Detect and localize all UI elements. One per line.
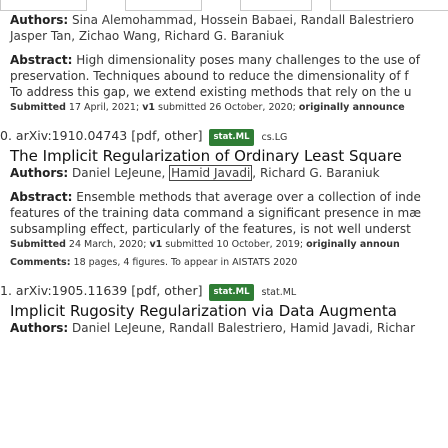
- submitted-date: 24 March, 2020;: [68, 239, 147, 250]
- v1-label: v1: [149, 239, 163, 250]
- paper-title: Implicit Rugosity Regularization via Dat…: [10, 302, 397, 320]
- result-number: 1.: [0, 283, 12, 298]
- category-secondary: cs.LG: [261, 132, 288, 143]
- top-field-2[interactable]: [125, 0, 202, 11]
- authors-list[interactable]: Sina Alemohammad, Hossein Babaei, Randal…: [72, 13, 414, 27]
- authors-list-continued[interactable]: Jasper Tan, Zichao Wang, Richard G. Bara…: [10, 29, 284, 43]
- pdf-other-links[interactable]: [pdf, other]: [131, 128, 202, 143]
- entry-header: 1. arXiv:1905.11639 [pdf, other] stat.ML…: [0, 283, 296, 301]
- submission-info: Submitted 17 April, 2021; v1 submitted 2…: [10, 102, 405, 114]
- authors-row: Authors: Daniel LeJeune, Hamid Javadi, R…: [10, 165, 380, 181]
- author-link-highlighted[interactable]: Hamid Javadi: [169, 165, 253, 181]
- comments-text: 18 pages, 4 figures. To appear in AISTAT…: [73, 257, 298, 268]
- author-link[interactable]: Richard G. Baraniuk: [260, 166, 380, 180]
- submission-info: Submitted 24 March, 2020; v1 submitted 1…: [10, 239, 400, 251]
- originally-announced: originally announ: [306, 239, 400, 250]
- authors-label: Authors:: [10, 321, 69, 335]
- originally-announced: originally announce: [298, 102, 405, 113]
- author-link[interactable]: Daniel LeJeune,: [72, 166, 165, 180]
- arxiv-id-link[interactable]: arXiv:1910.04743: [16, 128, 127, 143]
- entry-header: 0. arXiv:1910.04743 [pdf, other] stat.ML…: [0, 128, 287, 146]
- abstract-text: Ensemble methods that average over a col…: [76, 190, 421, 204]
- submitted-label: Submitted: [10, 102, 66, 113]
- category-badge: stat.ML: [209, 129, 254, 146]
- abstract-label: Abstract:: [10, 190, 73, 204]
- submitted-label: Submitted: [10, 239, 66, 250]
- category-secondary: stat.ML: [261, 287, 297, 298]
- v1-date: submitted 26 October, 2020;: [158, 102, 296, 113]
- paper-title: The Implicit Regularization of Ordinary …: [10, 147, 402, 165]
- top-form-fields: [0, 0, 448, 12]
- authors-label: Authors:: [10, 166, 69, 180]
- abstract-line: subsampling effect, particularly of the …: [10, 222, 411, 236]
- top-field-3[interactable]: [240, 0, 312, 11]
- abstract-line: To address this gap, we extend existing …: [10, 85, 412, 99]
- v1-label: v1: [142, 102, 156, 113]
- authors-row: Authors: Daniel LeJeune, Randall Balestr…: [10, 321, 415, 336]
- submitted-date: 17 April, 2021;: [68, 102, 140, 113]
- top-field-4[interactable]: [330, 0, 448, 11]
- comments-row: Comments: 18 pages, 4 figures. To appear…: [10, 257, 297, 269]
- v1-date: submitted 10 October, 2019;: [165, 239, 304, 250]
- category-badge: stat.ML: [209, 284, 254, 301]
- top-field-1[interactable]: [0, 0, 87, 11]
- result-number: 0.: [0, 128, 12, 143]
- abstract-line: preservation. Techniques abound to reduc…: [10, 69, 409, 83]
- arxiv-id-link[interactable]: arXiv:1905.11639: [16, 283, 127, 298]
- abstract-line: features of the training data command a …: [10, 206, 422, 220]
- authors-row: Authors: Sina Alemohammad, Hossein Babae…: [10, 13, 414, 28]
- abstract-label: Abstract:: [10, 53, 73, 67]
- authors-label: Authors:: [10, 13, 69, 27]
- pdf-other-links[interactable]: [pdf, other]: [131, 283, 202, 298]
- authors-row-continued: Jasper Tan, Zichao Wang, Richard G. Bara…: [10, 29, 284, 44]
- abstract-text: High dimensionality poses many challenge…: [76, 53, 420, 67]
- abstract-row: Abstract: Ensemble methods that average …: [10, 190, 421, 205]
- authors-list[interactable]: Daniel LeJeune, Randall Balestriero, Ham…: [72, 321, 415, 335]
- abstract-row: Abstract: High dimensionality poses many…: [10, 53, 420, 68]
- comments-label: Comments:: [10, 257, 71, 268]
- search-results-page: Authors: Sina Alemohammad, Hossein Babae…: [0, 0, 448, 448]
